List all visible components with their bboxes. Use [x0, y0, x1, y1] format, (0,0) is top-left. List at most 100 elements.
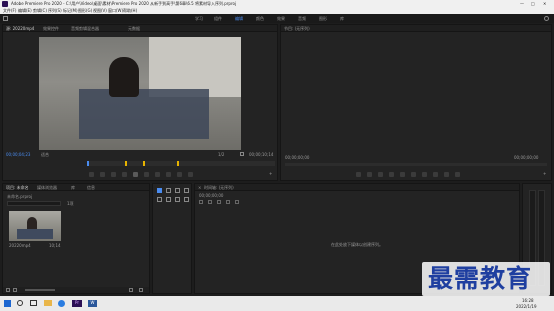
premiere-taskbar-icon[interactable]: Pr: [72, 300, 82, 307]
program-go-to-in-button[interactable]: [378, 172, 383, 177]
task-view-icon[interactable]: [30, 300, 37, 306]
export-frame-button[interactable]: [188, 172, 193, 177]
source-playhead[interactable]: [87, 161, 89, 166]
source-duration: 00;00;10;14: [249, 152, 274, 157]
source-marker[interactable]: [143, 161, 145, 166]
track-select-tool-icon[interactable]: [166, 188, 171, 193]
tab-effect-controls[interactable]: 效果控件: [43, 26, 59, 31]
razor-tool-icon[interactable]: [184, 188, 189, 193]
selection-tool-icon[interactable]: [157, 188, 162, 193]
menu-window[interactable]: 窗口(W): [108, 8, 123, 13]
source-resolution-dropdown[interactable]: 1/2: [218, 152, 224, 157]
word-taskbar-icon[interactable]: W: [88, 300, 97, 307]
workspace-assembly[interactable]: 组件: [214, 16, 222, 21]
tab-audio-clip-mixer[interactable]: 音频剪辑混合器: [71, 26, 99, 31]
program-play-button[interactable]: [400, 172, 405, 177]
menu-edit[interactable]: 编辑(E): [18, 8, 32, 13]
source-timecode[interactable]: 00;00;04;23: [6, 152, 30, 157]
workspace-audio[interactable]: 音频: [298, 16, 306, 21]
menu-view[interactable]: 视图(V): [93, 8, 107, 13]
tab-source[interactable]: 源: 20220mp4: [6, 26, 34, 31]
step-forward-button[interactable]: [144, 172, 149, 177]
menu-marker[interactable]: 标记(M): [63, 8, 78, 13]
type-tool-icon[interactable]: [184, 197, 189, 202]
maximize-button[interactable]: □: [531, 1, 535, 6]
workspace-editing[interactable]: 编辑: [235, 16, 243, 21]
trash-icon[interactable]: [139, 288, 143, 292]
mark-out-button[interactable]: [100, 172, 105, 177]
program-step-back-button[interactable]: [389, 172, 394, 177]
file-explorer-icon[interactable]: [44, 300, 52, 306]
workspace-effects[interactable]: 效果: [277, 16, 285, 21]
program-go-to-out-button[interactable]: [422, 172, 427, 177]
workspace-learn[interactable]: 学习: [195, 16, 203, 21]
timeline-timecode[interactable]: 00;00;00;00: [199, 193, 223, 198]
search-icon[interactable]: [544, 16, 549, 21]
timeline-empty-message: 在此处放下媒体以创建序列。: [331, 242, 383, 247]
workspace-color[interactable]: 颜色: [256, 16, 264, 21]
tab-metadata[interactable]: 元数据: [128, 26, 140, 31]
program-timecode-left[interactable]: 00;00;00;00: [285, 155, 309, 160]
zoom-slider[interactable]: [25, 289, 55, 291]
tab-info[interactable]: 信息: [87, 185, 95, 190]
ripple-edit-tool-icon[interactable]: [175, 188, 180, 193]
tab-program[interactable]: 节目: (无序列): [284, 26, 310, 31]
program-monitor: 节目: (无序列) 00;00;00;00 00;00;00;00 +: [280, 24, 552, 181]
workspace-graphics[interactable]: 图形: [319, 16, 327, 21]
program-mark-in-button[interactable]: [356, 172, 361, 177]
new-item-icon[interactable]: [129, 288, 133, 292]
menu-help[interactable]: 帮助(H): [123, 8, 137, 13]
list-view-icon[interactable]: [6, 288, 10, 292]
program-time-ruler[interactable]: [285, 163, 547, 166]
hand-tool-icon[interactable]: [175, 197, 180, 202]
project-search-input[interactable]: [7, 201, 61, 206]
timeline-settings-icon[interactable]: [235, 200, 239, 204]
icon-view-icon[interactable]: [13, 288, 17, 292]
search-taskbar-icon[interactable]: [17, 300, 23, 306]
go-to-out-button[interactable]: [155, 172, 160, 177]
linked-selection-icon[interactable]: [217, 200, 221, 204]
workspace-bar: 学习 组件 编辑 颜色 效果 音频 图形 库: [0, 14, 554, 23]
source-fit-dropdown[interactable]: 适合: [41, 152, 49, 157]
workspace-libraries[interactable]: 库: [340, 16, 344, 21]
program-step-forward-button[interactable]: [411, 172, 416, 177]
minimize-button[interactable]: —: [520, 1, 524, 6]
insert-button[interactable]: [166, 172, 171, 177]
tab-timeline[interactable]: 时间轴: (无序列): [204, 185, 234, 190]
lift-button[interactable]: [433, 172, 438, 177]
wrench-icon[interactable]: [240, 152, 244, 156]
tab-media-browser[interactable]: 媒体浏览器: [37, 185, 57, 190]
add-marker-icon[interactable]: [226, 200, 230, 204]
program-export-frame-button[interactable]: [455, 172, 460, 177]
slip-tool-icon[interactable]: [157, 197, 162, 202]
menu-graphics[interactable]: 图形(G): [78, 8, 92, 13]
overwrite-button[interactable]: [177, 172, 182, 177]
source-time-ruler[interactable]: [87, 161, 275, 166]
windows-start-icon[interactable]: [4, 300, 11, 307]
go-to-in-button[interactable]: [111, 172, 116, 177]
pen-tool-icon[interactable]: [166, 197, 171, 202]
play-button[interactable]: [133, 172, 138, 177]
menu-file[interactable]: 文件(F): [3, 8, 16, 13]
close-button[interactable]: ✕: [543, 1, 546, 6]
extract-button[interactable]: [444, 172, 449, 177]
taskbar-date: 2022/1/19: [516, 304, 537, 309]
source-marker[interactable]: [177, 161, 179, 166]
program-mark-out-button[interactable]: [367, 172, 372, 177]
snap-icon[interactable]: [208, 200, 212, 204]
step-back-button[interactable]: [122, 172, 127, 177]
browser-icon[interactable]: [58, 300, 65, 307]
premiere-window: Adobe Premiere Pro 2020 - C:\用户\Video\桌面…: [0, 0, 554, 311]
menu-sequence[interactable]: 序列(S): [48, 8, 62, 13]
clip-thumbnail[interactable]: [9, 211, 61, 241]
add-button-icon[interactable]: +: [269, 171, 272, 176]
nest-icon[interactable]: [199, 200, 203, 204]
source-marker[interactable]: [125, 161, 127, 166]
tab-project[interactable]: 项目: 未命名: [6, 185, 29, 190]
program-add-button-icon[interactable]: +: [543, 171, 546, 176]
home-icon[interactable]: [3, 16, 8, 21]
mark-in-button[interactable]: [89, 172, 94, 177]
menu-clip[interactable]: 剪辑(C): [33, 8, 47, 13]
tab-libraries[interactable]: 库: [71, 185, 75, 190]
close-tab-icon[interactable]: ×: [198, 185, 201, 190]
